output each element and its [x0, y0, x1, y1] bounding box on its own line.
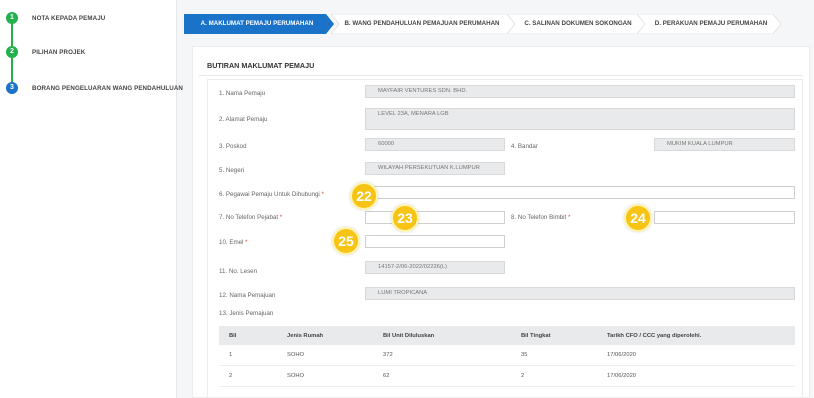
label-negeri: 5. Negeri	[219, 167, 245, 174]
main-content: A. MAKLUMAT PEMAJU PERUMAHAN B. WANG PEN…	[184, 0, 814, 398]
label-alamat-pemaju: 2. Alamat Pemaju	[219, 116, 268, 123]
callout-badge-24: 24	[624, 204, 652, 232]
nama-pemajuan-field: LUMI TROPICANA	[365, 287, 795, 300]
step-label: BORANG PENGELUARAN WANG PENDAHULUAN	[32, 84, 183, 92]
table-row: 1 SOHO 372 35 17/06/2020	[219, 345, 795, 366]
table-row: 2 SOHO 62 2 17/06/2020	[219, 365, 795, 387]
callout-badge-25: 25	[332, 227, 360, 255]
label-text: 10. Emel	[219, 239, 244, 246]
cell-jenis-rumah: SOHO	[277, 365, 373, 387]
label-pegawai-pemaju: 6. Pegawai Pemaju Untuk Dihubungi *	[219, 191, 324, 198]
tab-salinan-dokumen[interactable]: C. SALINAN DOKUMEN SOKONGAN	[514, 14, 642, 34]
no-lesen-field: 14157-2/06-2022/02226(L)	[365, 261, 505, 274]
cell-tarikh: 17/06/2020	[597, 365, 795, 387]
label-telefon-bimbit: 8. No Telefon Bimbit *	[511, 214, 570, 221]
col-header: Jenis Rumah	[277, 326, 373, 345]
alamat-pemaju-field: LEVEL 23A, MENARA LGB	[365, 108, 795, 130]
cell-bil: 2	[219, 365, 277, 387]
step-number: 1	[6, 12, 18, 24]
step-connector	[11, 58, 13, 84]
poskod-field: 60000	[365, 138, 505, 151]
wizard-sidebar: 1 NOTA KEPADA PEMAJU 2 PILIHAN PROJEK 3 …	[0, 0, 183, 398]
col-header: Bil	[219, 326, 277, 345]
divider	[199, 75, 803, 76]
table-header-row: Bil Jenis Rumah Bil Unit Diluluskan Bil …	[219, 326, 795, 345]
bandar-field: MUKIM KUALA LUMPUR	[654, 138, 795, 151]
label-bandar: 4. Bandar	[511, 143, 538, 150]
section-title: BUTIRAN MAKLUMAT PEMAJU	[207, 61, 315, 70]
jenis-pemajuan-table: Bil Jenis Rumah Bil Unit Diluluskan Bil …	[219, 326, 795, 387]
emel-input[interactable]	[365, 235, 505, 248]
label-jenis-pemajuan: 13. Jenis Pemajuan	[219, 310, 274, 317]
negeri-field: WILAYAH PERSEKUTUAN K.LUMPUR	[365, 162, 505, 175]
required-mark: *	[568, 214, 571, 221]
label-no-lesen: 11. No. Lesen	[219, 268, 258, 275]
cell-bil-tingkat: 35	[511, 345, 597, 366]
telefon-pejabat-input[interactable]	[365, 211, 505, 224]
step-connector	[11, 24, 13, 48]
cell-bil-unit: 62	[373, 365, 511, 387]
tab-maklumat-pemaju[interactable]: A. MAKLUMAT PEMAJU PERUMAHAN	[184, 14, 330, 34]
col-header: Tarikh CFO / CCC yang diperolehi.	[597, 326, 795, 345]
label-emel: 10. Emel *	[219, 239, 248, 246]
col-header: Bil Tingkat	[511, 326, 597, 345]
required-mark: *	[321, 191, 324, 198]
callout-badge-23: 23	[391, 204, 419, 232]
cell-bil-tingkat: 2	[511, 365, 597, 387]
callout-badge-22: 22	[350, 182, 378, 210]
label-nama-pemaju: 1. Nama Pemaju	[219, 90, 266, 97]
step-label: NOTA KEPADA PEMAJU	[32, 14, 106, 22]
form-tabs: A. MAKLUMAT PEMAJU PERUMAHAN B. WANG PEN…	[184, 14, 784, 34]
pegawai-pemaju-input[interactable]	[365, 186, 795, 199]
cell-bil-unit: 372	[373, 345, 511, 366]
required-mark: *	[279, 214, 283, 221]
step-number: 3	[6, 82, 18, 94]
cell-jenis-rumah: SOHO	[277, 345, 373, 366]
telefon-bimbit-input[interactable]	[654, 211, 795, 224]
cell-tarikh: 17/06/2020	[597, 345, 795, 366]
step-number: 2	[6, 46, 18, 58]
step-label: PILIHAN PROJEK	[32, 48, 86, 56]
label-nama-pemajuan: 12. Nama Pemajuan	[219, 292, 276, 299]
label-text: 7. No Telefon Pejabat	[219, 214, 279, 221]
col-header: Bil Unit Diluluskan	[373, 326, 511, 345]
required-mark: *	[245, 239, 248, 246]
tab-wang-pendahuluan[interactable]: B. WANG PENDAHULUAN PEMAJUAN PERUMAHAN	[336, 14, 508, 34]
cell-bil: 1	[219, 345, 277, 366]
label-poskod: 3. Poskod	[219, 143, 247, 150]
label-telefon-pejabat: 7. No Telefon Pejabat *	[219, 214, 282, 221]
label-text: 6. Pegawai Pemaju Untuk Dihubungi	[219, 191, 320, 198]
tab-perakuan-pemaju[interactable]: D. PERAKUAN PEMAJU PERUMAHAN	[646, 14, 776, 34]
label-text: 8. No Telefon Bimbit	[511, 214, 567, 221]
nama-pemaju-field: MAYFAIR VENTURES SDN. BHD.	[365, 85, 795, 98]
